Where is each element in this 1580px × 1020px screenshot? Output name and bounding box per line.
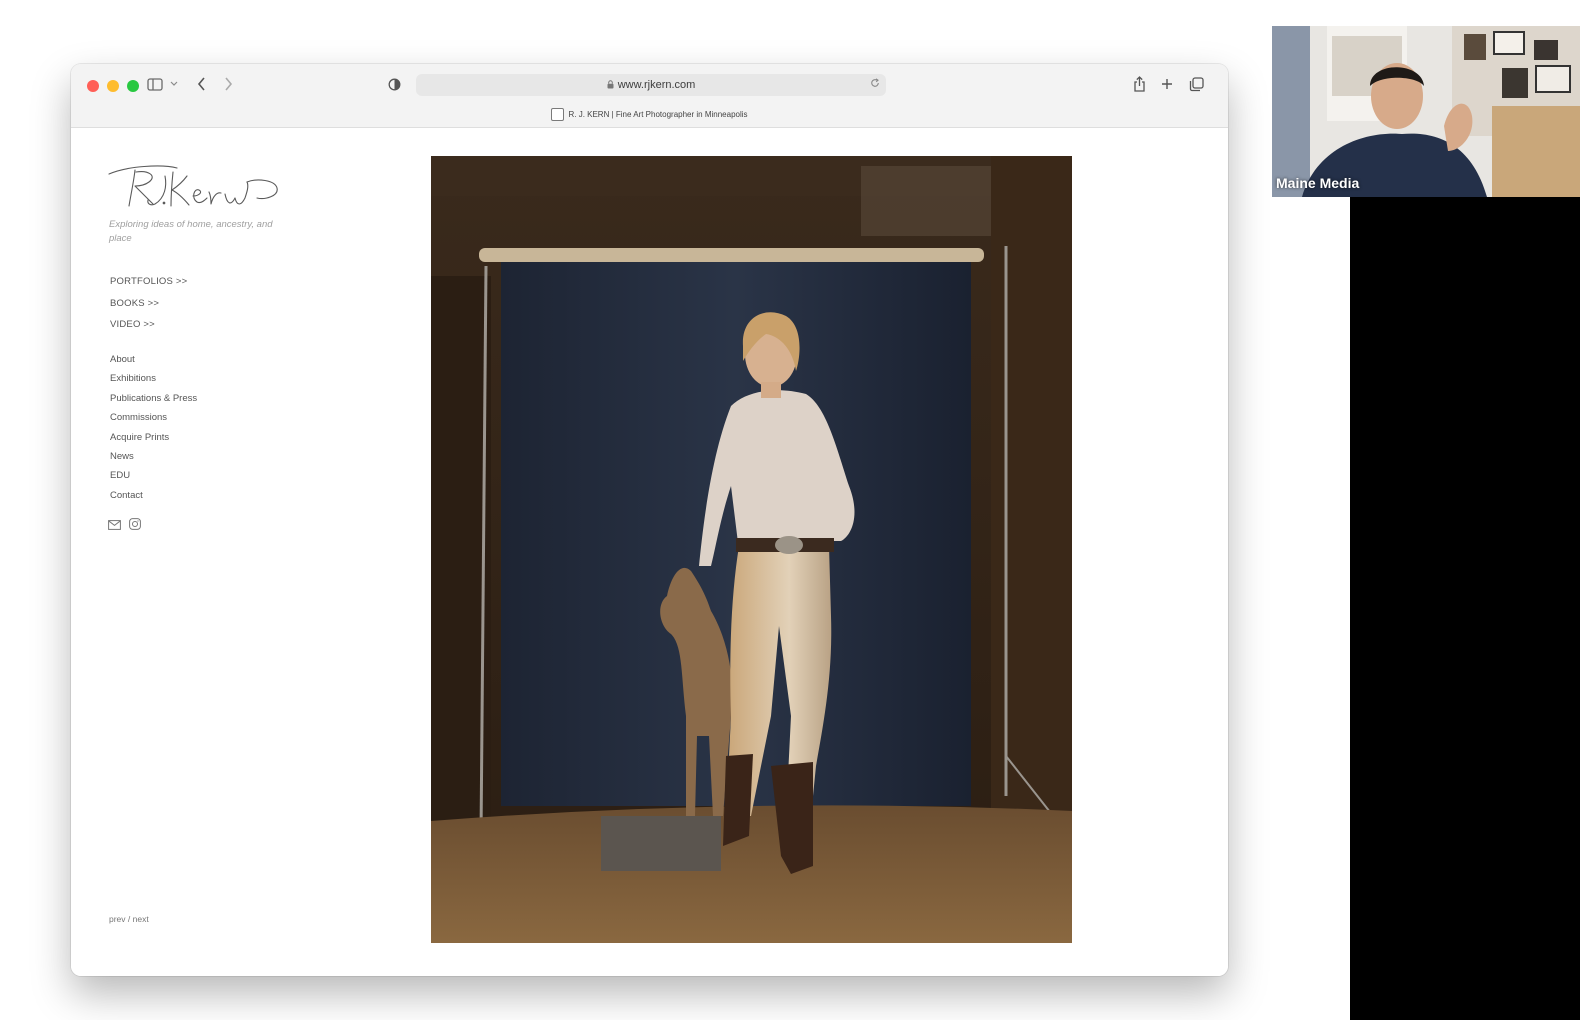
nav-contact[interactable]: Contact	[110, 486, 197, 505]
pagination: prev / next	[109, 914, 149, 924]
new-tab-icon[interactable]	[1159, 76, 1175, 92]
tab-title[interactable]: R. J. KERN | Fine Art Photographer in Mi…	[71, 108, 1228, 121]
nav-exhibitions[interactable]: Exhibitions	[110, 369, 197, 388]
nav-video[interactable]: VIDEO >>	[110, 314, 187, 336]
nav-edu[interactable]: EDU	[110, 466, 197, 485]
nav-publications-press[interactable]: Publications & Press	[110, 389, 197, 408]
lock-icon	[607, 79, 614, 91]
tab-title-text: R. J. KERN | Fine Art Photographer in Mi…	[568, 110, 748, 119]
nav-acquire-prints[interactable]: Acquire Prints	[110, 428, 197, 447]
primary-nav: PORTFOLIOS >> BOOKS >> VIDEO >>	[110, 271, 187, 336]
photograph-image	[431, 156, 1072, 943]
minimize-button[interactable]	[107, 80, 119, 92]
nav-news[interactable]: News	[110, 447, 197, 466]
nav-books[interactable]: BOOKS >>	[110, 293, 187, 315]
web-page: Exploring ideas of home, ancestry, and p…	[71, 128, 1228, 976]
tab-overview-icon[interactable]	[1187, 75, 1205, 93]
forward-icon[interactable]	[221, 76, 235, 92]
featured-photograph[interactable]	[431, 156, 1072, 943]
site-logo[interactable]	[107, 162, 282, 214]
browser-toolbar: www.rjkern.com R. J. KERN | Fine Art Pho…	[71, 64, 1228, 128]
favicon	[551, 108, 565, 121]
chevron-down-icon[interactable]	[169, 77, 179, 91]
screen: www.rjkern.com R. J. KERN | Fine Art Pho…	[0, 0, 1580, 1020]
nav-portfolios[interactable]: PORTFOLIOS >>	[110, 271, 187, 293]
email-icon[interactable]	[108, 517, 121, 535]
url-text: www.rjkern.com	[617, 79, 696, 91]
next-link[interactable]: next	[133, 914, 149, 924]
zoom-button[interactable]	[127, 80, 139, 92]
back-icon[interactable]	[194, 76, 208, 92]
close-button[interactable]	[87, 80, 99, 92]
social-links	[108, 517, 141, 535]
instagram-icon[interactable]	[129, 517, 141, 535]
video-panel-background	[1350, 197, 1580, 1020]
privacy-shield-icon[interactable]	[386, 76, 402, 92]
nav-about[interactable]: About	[110, 350, 197, 369]
site-tagline: Exploring ideas of home, ancestry, and p…	[109, 219, 273, 244]
browser-window: www.rjkern.com R. J. KERN | Fine Art Pho…	[71, 64, 1228, 976]
secondary-nav: About Exhibitions Publications & Press C…	[110, 350, 197, 505]
pagination-separator: /	[127, 914, 131, 924]
window-controls	[87, 80, 139, 92]
participant-video-feed	[1272, 26, 1580, 197]
share-icon[interactable]	[1131, 75, 1147, 93]
participant-name: Maine Media	[1276, 175, 1360, 191]
address-bar[interactable]: www.rjkern.com	[416, 74, 886, 96]
video-call-tile[interactable]: Maine Media	[1272, 26, 1580, 197]
nav-commissions[interactable]: Commissions	[110, 408, 197, 427]
prev-link[interactable]: prev	[109, 914, 126, 924]
reload-icon[interactable]	[870, 78, 880, 91]
sidebar-icon[interactable]	[146, 76, 164, 92]
